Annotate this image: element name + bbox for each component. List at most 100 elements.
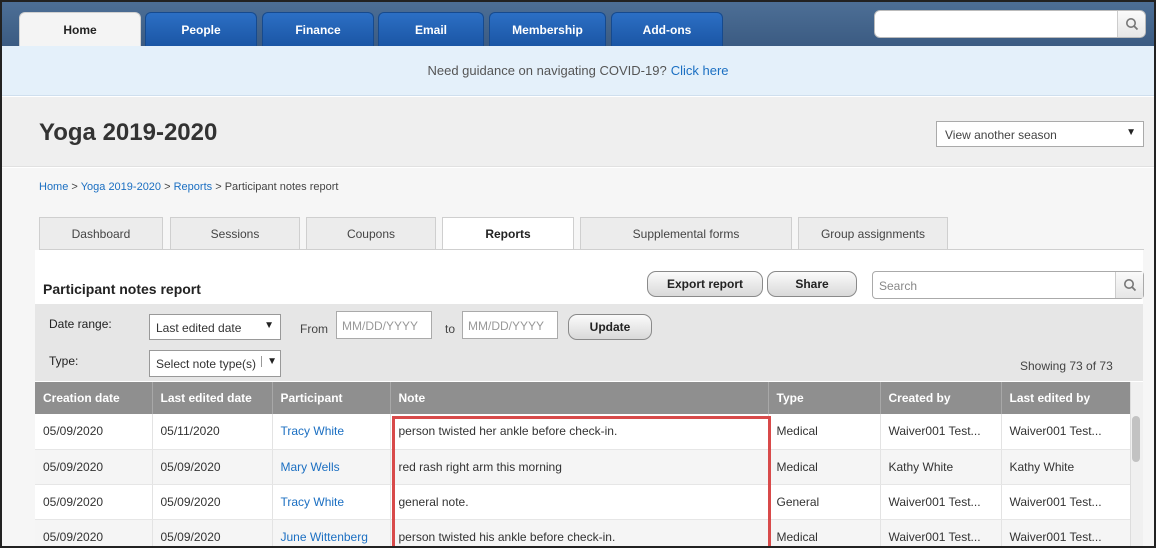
column-header[interactable]: Created by (880, 382, 1002, 414)
last-edited-by-cell: Waiver001 Test... (1001, 519, 1131, 546)
creation-date-cell: 05/09/2020 (35, 484, 153, 520)
page-header: Yoga 2019-2020 View another season ▼ (2, 97, 1154, 167)
last-edited-date-cell: 05/09/2020 (152, 484, 273, 520)
note-cell: person twisted her ankle before check-in… (390, 414, 769, 450)
tab-add-ons[interactable]: Add-ons (611, 12, 723, 46)
table-row[interactable]: 05/09/2020 05/09/2020 Mary Wells red ras… (35, 449, 1131, 485)
type-cell: General (768, 484, 881, 520)
last-edited-by-cell: Waiver001 Test... (1001, 414, 1131, 450)
subtab-sessions[interactable]: Sessions (170, 217, 300, 249)
breadcrumb-separator: > (71, 181, 78, 193)
subtab-coupons[interactable]: Coupons (306, 217, 436, 249)
column-header[interactable]: Participant (272, 382, 391, 414)
subtab-group-assignments[interactable]: Group assignments (798, 217, 948, 249)
update-button[interactable]: Update (568, 314, 652, 340)
subtab-supplemental-forms[interactable]: Supplemental forms (580, 217, 792, 249)
top-nav-bar: Home People Finance Email Membership Add… (2, 2, 1154, 46)
scrollbar-thumb[interactable] (1132, 416, 1140, 462)
search-icon[interactable] (1117, 11, 1145, 37)
column-header[interactable]: Last edited date (152, 382, 273, 414)
breadcrumb-separator: > (215, 181, 222, 193)
note-cell: red rash right arm this morning (390, 449, 769, 485)
subtab-reports[interactable]: Reports (442, 217, 574, 250)
participant-cell: Mary Wells (272, 449, 391, 485)
covid-banner: Need guidance on navigating COVID-19? Cl… (2, 46, 1154, 96)
tab-finance[interactable]: Finance (262, 12, 374, 46)
note-type-value: Select note type(s) (156, 357, 257, 371)
chevron-down-icon: ▼ (1126, 127, 1136, 138)
banner-text: Need guidance on navigating COVID-19? (427, 63, 667, 78)
tab-home[interactable]: Home (19, 12, 141, 46)
report-title: Participant notes report (43, 281, 201, 297)
participant-link[interactable]: Mary Wells (281, 460, 340, 474)
note-cell: general note. (390, 484, 769, 520)
participant-cell: Tracy White (272, 484, 391, 520)
global-search-input[interactable] (874, 10, 1146, 38)
date-range-label: Date range: (49, 317, 112, 331)
column-header[interactable]: Type (768, 382, 881, 414)
page-title: Yoga 2019-2020 (39, 119, 218, 146)
banner-link[interactable]: Click here (671, 63, 729, 78)
to-label: to (445, 322, 456, 336)
table-row[interactable]: 05/09/2020 05/09/2020 Tracy White genera… (35, 484, 1131, 520)
creation-date-cell: 05/09/2020 (35, 414, 153, 450)
note-cell: person twisted his ankle before check-in… (390, 519, 769, 546)
participant-link[interactable]: Tracy White (281, 495, 345, 509)
created-by-cell: Waiver001 Test... (880, 484, 1002, 520)
type-label: Type: (49, 354, 79, 368)
chevron-down-icon: ▼ (261, 356, 277, 367)
participant-cell: Tracy White (272, 414, 391, 450)
tab-people[interactable]: People (145, 12, 257, 46)
table-scrollbar[interactable] (1130, 382, 1143, 546)
tab-membership[interactable]: Membership (489, 12, 606, 46)
tab-email[interactable]: Email (378, 12, 484, 46)
created-by-cell: Waiver001 Test... (880, 414, 1002, 450)
breadcrumb-season[interactable]: Yoga 2019-2020 (81, 181, 161, 193)
created-by-cell: Waiver001 Test... (880, 519, 1002, 546)
season-select[interactable]: View another season ▼ (936, 121, 1144, 147)
table-header-row: Creation date Last edited date Participa… (35, 382, 1131, 414)
type-cell: Medical (768, 449, 881, 485)
from-date-input[interactable]: MM/DD/YYYY (336, 311, 432, 339)
showing-count: Showing 73 of 73 (1020, 359, 1113, 373)
breadcrumb-current: Participant notes report (224, 181, 339, 193)
notes-table: Creation date Last edited date Participa… (35, 382, 1131, 546)
chevron-down-icon: ▼ (264, 320, 274, 331)
note-type-select[interactable]: Select note type(s) ▼ (149, 350, 281, 377)
creation-date-cell: 05/09/2020 (35, 519, 153, 546)
last-edited-by-cell: Kathy White (1001, 449, 1131, 485)
app-window: Home People Finance Email Membership Add… (0, 0, 1156, 548)
type-cell: Medical (768, 519, 881, 546)
participant-link[interactable]: Tracy White (281, 424, 345, 438)
participant-cell: June Wittenberg (272, 519, 391, 546)
from-date-placeholder: MM/DD/YYYY (342, 319, 419, 333)
share-button[interactable]: Share (767, 271, 857, 297)
date-range-select[interactable]: Last edited date ▼ (149, 314, 281, 340)
last-edited-date-cell: 05/09/2020 (152, 449, 273, 485)
subtab-dashboard[interactable]: Dashboard (39, 217, 163, 249)
table-row[interactable]: 05/09/2020 05/11/2020 Tracy White person… (35, 414, 1131, 450)
to-date-input[interactable]: MM/DD/YYYY (462, 311, 558, 339)
creation-date-cell: 05/09/2020 (35, 449, 153, 485)
to-date-placeholder: MM/DD/YYYY (468, 319, 545, 333)
participant-link[interactable]: June Wittenberg (281, 530, 368, 544)
breadcrumb-home[interactable]: Home (39, 181, 68, 193)
type-cell: Medical (768, 414, 881, 450)
column-header[interactable]: Note (390, 382, 769, 414)
table-row[interactable]: 05/09/2020 05/09/2020 June Wittenberg pe… (35, 519, 1131, 546)
season-select-value: View another season (945, 128, 1057, 142)
report-search-input[interactable]: Search (872, 271, 1144, 299)
date-range-value: Last edited date (156, 321, 242, 335)
column-header[interactable]: Creation date (35, 382, 153, 414)
created-by-cell: Kathy White (880, 449, 1002, 485)
column-header[interactable]: Last edited by (1001, 382, 1131, 414)
last-edited-by-cell: Waiver001 Test... (1001, 484, 1131, 520)
last-edited-date-cell: 05/09/2020 (152, 519, 273, 546)
breadcrumb-separator: > (164, 181, 171, 193)
breadcrumb-reports[interactable]: Reports (174, 181, 213, 193)
export-report-button[interactable]: Export report (647, 271, 763, 297)
search-icon[interactable] (1115, 272, 1143, 298)
last-edited-date-cell: 05/11/2020 (152, 414, 273, 450)
breadcrumb: Home > Yoga 2019-2020 > Reports > Partic… (39, 181, 338, 193)
from-label: From (300, 322, 328, 336)
